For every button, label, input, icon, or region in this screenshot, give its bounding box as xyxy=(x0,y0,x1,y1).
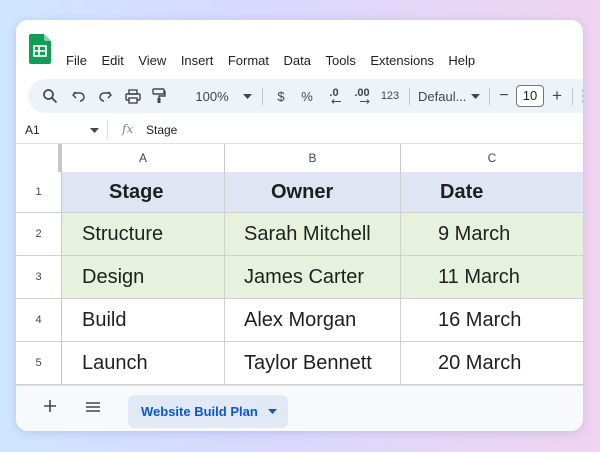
menu-file[interactable]: File xyxy=(66,53,87,68)
toolbar: 100% $ % .0 .00 123 Defaul... − 10 + xyxy=(28,79,583,113)
undo-button[interactable] xyxy=(68,79,90,113)
minus-icon: − xyxy=(499,87,509,104)
table-row: 4 Build Alex Morgan 16 March xyxy=(16,299,583,342)
table-row: 2 Structure Sarah Mitchell 9 March xyxy=(16,213,583,256)
cell-a3[interactable]: Design xyxy=(62,256,225,298)
cell-b2[interactable]: Sarah Mitchell xyxy=(225,213,401,255)
row-header[interactable]: 3 xyxy=(16,256,62,298)
caret-down-icon[interactable] xyxy=(268,409,277,414)
menu-bar: File Edit View Insert Format Data Tools … xyxy=(66,53,490,68)
cell-c4[interactable]: 16 March xyxy=(401,299,583,341)
all-sheets-menu-icon[interactable] xyxy=(85,401,101,413)
menu-insert[interactable]: Insert xyxy=(181,53,214,68)
zoom-select[interactable]: 100% xyxy=(188,79,236,113)
search-icon xyxy=(43,89,58,104)
plus-icon: + xyxy=(552,86,562,105)
table-row: 3 Design James Carter 11 March xyxy=(16,256,583,299)
formula-bar: A1 fx Stage xyxy=(16,118,583,142)
toolbar-divider xyxy=(489,88,490,105)
spreadsheet-window: File Edit View Insert Format Data Tools … xyxy=(16,20,583,431)
fx-icon: fx xyxy=(122,122,134,136)
column-header-c[interactable]: C xyxy=(401,144,583,172)
row-header[interactable]: 1 xyxy=(16,172,62,212)
column-header-a[interactable]: A xyxy=(62,144,225,172)
increase-decimal-button[interactable]: .00 xyxy=(350,79,374,113)
more-options-button[interactable] xyxy=(578,79,583,113)
cell-b1[interactable]: Owner xyxy=(225,172,401,212)
cell-c5[interactable]: 20 March xyxy=(401,342,583,384)
sheet-tab-label: Website Build Plan xyxy=(141,404,258,419)
paint-format-icon xyxy=(152,88,166,103)
increase-font-size-button[interactable]: + xyxy=(548,79,566,113)
cell-c1[interactable]: Date xyxy=(401,172,583,212)
menu-tools[interactable]: Tools xyxy=(325,53,355,68)
formula-bar-divider xyxy=(107,121,108,139)
menu-help[interactable]: Help xyxy=(448,53,475,68)
redo-icon xyxy=(99,91,112,102)
cell-b3[interactable]: James Carter xyxy=(225,256,401,298)
select-all-corner[interactable] xyxy=(16,144,62,172)
decrease-decimal-button[interactable]: .0 xyxy=(324,79,344,113)
cell-a1[interactable]: Stage xyxy=(62,172,225,212)
name-box[interactable]: A1 xyxy=(25,123,40,137)
menu-data[interactable]: Data xyxy=(284,53,311,68)
caret-down-icon xyxy=(242,93,252,99)
caret-down-icon[interactable] xyxy=(90,123,99,137)
sheet-tab-website-build-plan[interactable]: Website Build Plan xyxy=(128,395,288,428)
print-button[interactable] xyxy=(122,79,144,113)
caret-down-icon xyxy=(470,93,480,99)
menu-view[interactable]: View xyxy=(138,53,166,68)
font-value: Defaul... xyxy=(418,88,467,104)
toolbar-divider xyxy=(262,88,263,105)
number-format-label: 123 xyxy=(380,90,400,102)
font-size-input[interactable]: 10 xyxy=(516,85,544,107)
arrow-left-icon xyxy=(331,99,341,104)
arrow-right-icon xyxy=(360,99,370,104)
cell-b5[interactable]: Taylor Bennett xyxy=(225,342,401,384)
row-header[interactable]: 2 xyxy=(16,213,62,255)
more-vertical-icon xyxy=(582,89,583,103)
cell-c3[interactable]: 11 March xyxy=(401,256,583,298)
currency-format-button[interactable]: $ xyxy=(272,79,290,113)
cell-a2[interactable]: Structure xyxy=(62,213,225,255)
cell-b4[interactable]: Alex Morgan xyxy=(225,299,401,341)
toolbar-divider xyxy=(409,88,410,105)
redo-button[interactable] xyxy=(94,79,116,113)
menu-extensions[interactable]: Extensions xyxy=(370,53,434,68)
percent-format-button[interactable]: % xyxy=(298,79,316,113)
sheet-bar: Website Build Plan xyxy=(16,385,583,431)
decrease-font-size-button[interactable]: − xyxy=(496,79,512,113)
table-row: 1 Stage Owner Date xyxy=(16,172,583,213)
formula-input[interactable]: Stage xyxy=(146,123,177,137)
decrease-decimal-label: .0 xyxy=(329,87,339,99)
column-header-b[interactable]: B xyxy=(225,144,401,172)
google-sheets-logo-icon[interactable] xyxy=(29,34,51,64)
percent-label: % xyxy=(301,88,313,104)
column-headers: A B C xyxy=(16,143,583,173)
row-header[interactable]: 4 xyxy=(16,299,62,341)
toolbar-divider xyxy=(572,88,573,105)
row-header[interactable]: 5 xyxy=(16,342,62,384)
search-menus-button[interactable] xyxy=(39,79,61,113)
cell-c2[interactable]: 9 March xyxy=(401,213,583,255)
paint-format-button[interactable] xyxy=(148,79,170,113)
print-icon xyxy=(125,88,141,104)
font-dropdown-button[interactable] xyxy=(468,79,482,113)
zoom-dropdown-button[interactable] xyxy=(240,79,254,113)
increase-decimal-label: .00 xyxy=(354,87,370,99)
add-sheet-icon[interactable] xyxy=(42,398,58,414)
undo-icon xyxy=(72,91,85,102)
zoom-value: 100% xyxy=(195,88,229,104)
cell-a5[interactable]: Launch xyxy=(62,342,225,384)
currency-label: $ xyxy=(277,88,285,104)
table-row: 5 Launch Taylor Bennett 20 March xyxy=(16,342,583,385)
more-formats-button[interactable]: 123 xyxy=(378,79,402,113)
menu-format[interactable]: Format xyxy=(228,53,269,68)
menu-edit[interactable]: Edit xyxy=(101,53,123,68)
cell-a4[interactable]: Build xyxy=(62,299,225,341)
